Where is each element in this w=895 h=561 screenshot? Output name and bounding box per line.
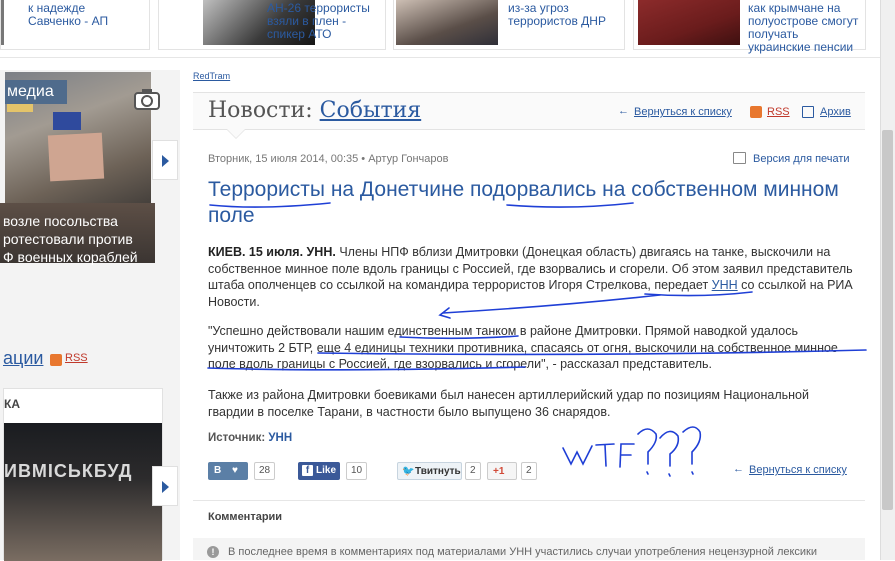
camera-icon [134,89,160,110]
ink-dot [691,471,694,475]
related-news-thumb [1,0,4,45]
article-paragraph: КИЕВ. 15 июля. УНН. Члены НПФ вблизи Дми… [208,244,858,310]
article-paragraph: Также из района Дмитровки боевиками был … [208,388,809,419]
dateline: КИЕВ. 15 июля. УНН. [208,245,336,259]
article-title: Террористы на Донетчине подорвались на с… [208,178,839,227]
print-version-link[interactable]: Версия для печати [753,153,850,165]
facebook-like-button[interactable]: f Like [298,462,340,480]
related-news-title[interactable]: к надежде Савченко - АП [28,2,108,28]
publication-next-button[interactable] [152,466,178,506]
chevron-right-icon [162,155,169,167]
ink-dot [668,473,671,477]
chevron-right-icon [162,481,169,493]
ink-question [682,426,702,465]
back-to-list-link-bottom[interactable]: Вернуться к списку [749,464,847,476]
vk-count: 28 [254,462,276,480]
back-to-list-link[interactable]: Вернуться к списку [634,106,732,118]
google-plus-label: +1 [493,466,505,477]
publication-card-photo: ИВМІСЬКБУД [4,423,162,561]
printer-icon [733,152,746,164]
publications-link[interactable]: ации [3,348,43,369]
facebook-icon: f [302,465,313,476]
article-meta: Вторник, 15 июля 2014, 00:35 • Артур Гон… [208,153,449,165]
unn-link[interactable]: УНН [712,278,738,292]
comments-heading: Комментарии [208,511,283,523]
redtram-link[interactable]: RedTram [193,71,230,81]
ink-letter [595,443,615,467]
comments-notice-text: В последнее время в комментариях под мат… [228,546,818,558]
ink-letter [562,445,593,466]
archive-link[interactable]: Архив [820,106,851,118]
ink-question [659,430,680,467]
publication-card[interactable]: КА ИВМІСЬКБУД [3,388,163,561]
photo-detail [47,132,105,182]
source-label: Источник: [208,432,266,444]
related-news-title[interactable]: из-за угроз террористов ДНР [508,2,606,28]
vk-share-button[interactable]: В ♥ [208,462,248,480]
comments-notice: ! В последнее время в комментариях под м… [193,538,865,560]
google-plus-button[interactable]: +1 [487,462,517,480]
source-link[interactable]: УНН [268,432,292,444]
arrow-left-icon: ← [733,463,744,475]
twitter-count: 2 [465,462,481,480]
related-news-card[interactable]: из-за угроз террористов ДНР [393,0,625,50]
facebook-like-label: Like [316,465,337,476]
ink-question [637,428,658,465]
rss-link[interactable]: RSS [767,106,790,118]
related-news-card[interactable]: к надежде Савченко - АП [0,0,150,50]
article-quote: "Успешно действовали нашим единственным … [208,324,838,371]
related-news-title[interactable]: как крымчане на полуострове смогут получ… [748,2,858,54]
heart-icon: ♥ [232,465,238,476]
rss-icon [750,106,762,118]
section-events-link[interactable]: События [320,98,422,123]
publication-card-heading: КА [4,397,20,411]
archive-icon [802,106,814,118]
info-icon: ! [207,546,219,558]
twitter-share-button[interactable]: 🐦 Твитнуть [397,462,462,480]
facebook-count: 10 [346,462,368,480]
header-pointer-fill [227,129,245,138]
twitter-label: Твитнуть [415,466,461,477]
related-news-thumb [638,0,740,45]
article-source: Источник: УНН [208,432,292,444]
vk-label: В [214,465,222,476]
photo-detail [53,112,81,130]
related-news-card[interactable]: как крымчане на полуострове смогут получ… [633,0,866,54]
section-title: Новости: События [208,98,421,123]
media-caption[interactable]: возле посольства ротестовали против Ф во… [3,212,153,266]
google-plus-count: 2 [521,462,537,480]
rss-link[interactable]: RSS [65,352,88,364]
related-news-thumb [396,0,498,45]
scrollbar-thumb[interactable] [882,130,893,510]
media-next-button[interactable] [152,140,178,180]
rss-icon [50,354,62,366]
photo-sign-text: ИВМІСЬКБУД [4,461,133,481]
media-tag[interactable]: медиа [5,80,67,104]
ink-letter [619,443,635,468]
section-title-prefix: Новости: [208,98,313,123]
twitter-icon: 🐦 [402,466,415,477]
related-news-title[interactable]: АН-26 террористы взяли в плен - спикер А… [267,2,370,41]
ink-dot [646,471,649,475]
arrow-left-icon: ← [618,105,629,117]
related-news-card[interactable]: АН-26 террористы взяли в плен - спикер А… [158,0,386,50]
